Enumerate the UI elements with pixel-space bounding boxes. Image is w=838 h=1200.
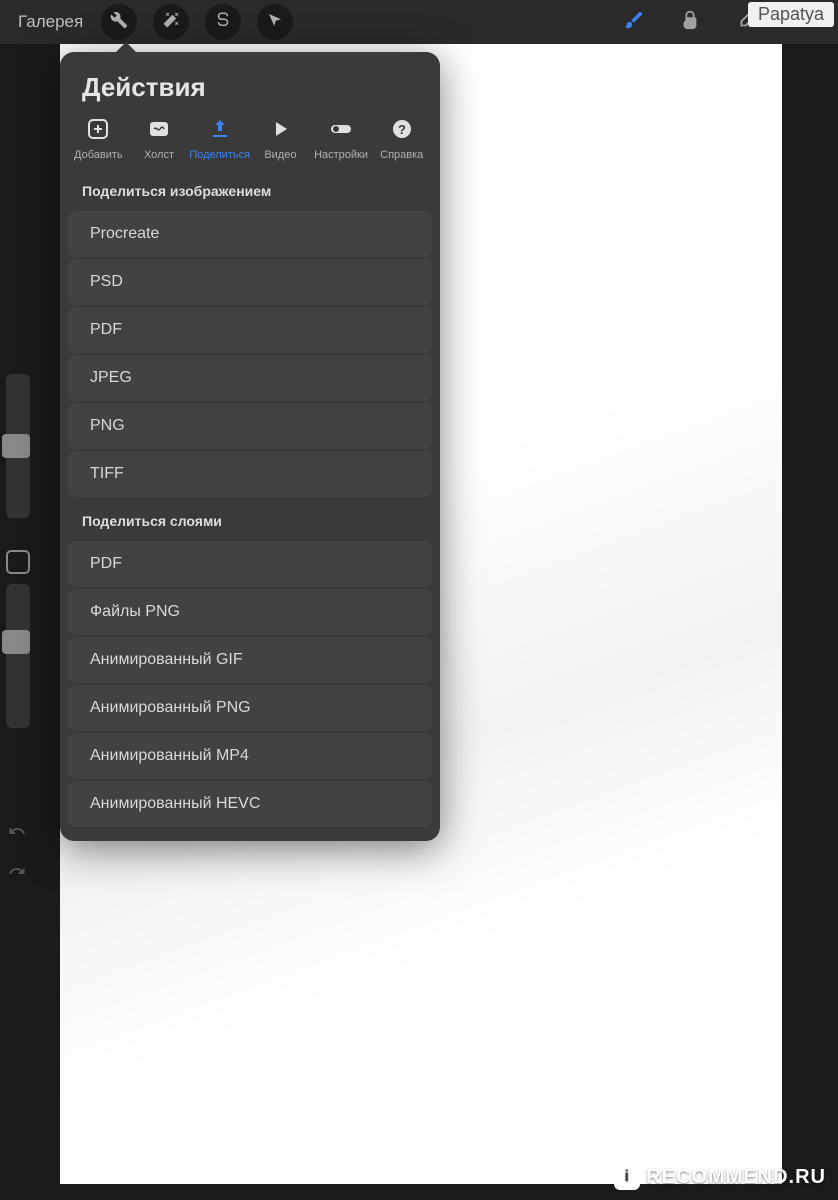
opacity-slider-track[interactable] — [6, 584, 30, 728]
svg-text:?: ? — [398, 122, 406, 137]
popover-title: Действия — [60, 52, 440, 117]
share-option[interactable]: PDF — [68, 541, 432, 587]
redo-icon — [8, 867, 26, 884]
undo-button[interactable] — [8, 822, 28, 842]
tab-label: Поделиться — [189, 149, 250, 161]
cursor-arrow-icon — [266, 11, 284, 34]
top-toolbar: Галерея — [0, 0, 838, 44]
share-option[interactable]: Анимированный HEVC — [68, 781, 432, 827]
tab-share[interactable]: Поделиться — [189, 117, 250, 161]
left-sidebar — [0, 44, 36, 1044]
add-icon — [86, 117, 110, 146]
tab-help[interactable]: ? Справка — [371, 117, 432, 161]
gallery-button[interactable]: Галерея — [8, 12, 93, 32]
selection-s-icon — [214, 11, 232, 34]
actions-button[interactable] — [101, 4, 137, 40]
share-option[interactable]: TIFF — [68, 451, 432, 497]
share-option[interactable]: JPEG — [68, 355, 432, 401]
tab-label: Видео — [264, 149, 296, 161]
site-watermark: i RECOMMEND.RU — [614, 1164, 826, 1190]
popover-tabs: Добавить Холст Поделиться Видео Настройк… — [60, 117, 440, 169]
share-option[interactable]: Procreate — [68, 211, 432, 257]
opacity-slider-thumb[interactable] — [2, 630, 30, 654]
undo-icon — [8, 827, 26, 844]
selection-button[interactable] — [205, 4, 241, 40]
tab-settings[interactable]: Настройки — [311, 117, 372, 161]
site-badge-icon: i — [614, 1164, 640, 1190]
tab-label: Добавить — [74, 149, 123, 161]
share-option[interactable]: PSD — [68, 259, 432, 305]
actions-popover: Действия Добавить Холст Поделиться Видео… — [60, 52, 440, 841]
wand-icon — [162, 11, 180, 34]
share-option[interactable]: Анимированный MP4 — [68, 733, 432, 779]
tab-video[interactable]: Видео — [250, 117, 311, 161]
canvas-icon — [147, 117, 171, 146]
share-option[interactable]: PNG — [68, 403, 432, 449]
toggle-icon — [329, 117, 353, 146]
tab-canvas[interactable]: Холст — [129, 117, 190, 161]
redo-button[interactable] — [8, 862, 28, 882]
tab-label: Справка — [380, 149, 423, 161]
share-option[interactable]: Анимированный GIF — [68, 637, 432, 683]
help-icon: ? — [390, 117, 414, 146]
adjustments-button[interactable] — [153, 4, 189, 40]
share-option[interactable]: PDF — [68, 307, 432, 353]
share-icon — [208, 117, 232, 146]
tab-label: Настройки — [314, 149, 368, 161]
section-header-image: Поделиться изображением — [60, 169, 440, 209]
brush-size-slider-thumb[interactable] — [2, 434, 30, 458]
share-option[interactable]: Анимированный PNG — [68, 685, 432, 731]
smudge-tool[interactable] — [672, 4, 708, 40]
play-icon — [268, 117, 292, 146]
brush-icon — [623, 9, 645, 36]
wrench-icon — [110, 11, 128, 34]
share-option[interactable]: Файлы PNG — [68, 589, 432, 635]
modify-button[interactable] — [6, 550, 30, 574]
site-watermark-text: RECOMMEND.RU — [646, 1166, 826, 1189]
section-header-layers: Поделиться слоями — [60, 499, 440, 539]
tab-add[interactable]: Добавить — [68, 117, 129, 161]
transform-button[interactable] — [257, 4, 293, 40]
finger-icon — [679, 9, 701, 36]
brush-tool[interactable] — [616, 4, 652, 40]
tab-label: Холст — [144, 149, 174, 161]
username-watermark: Papatya — [748, 2, 834, 27]
